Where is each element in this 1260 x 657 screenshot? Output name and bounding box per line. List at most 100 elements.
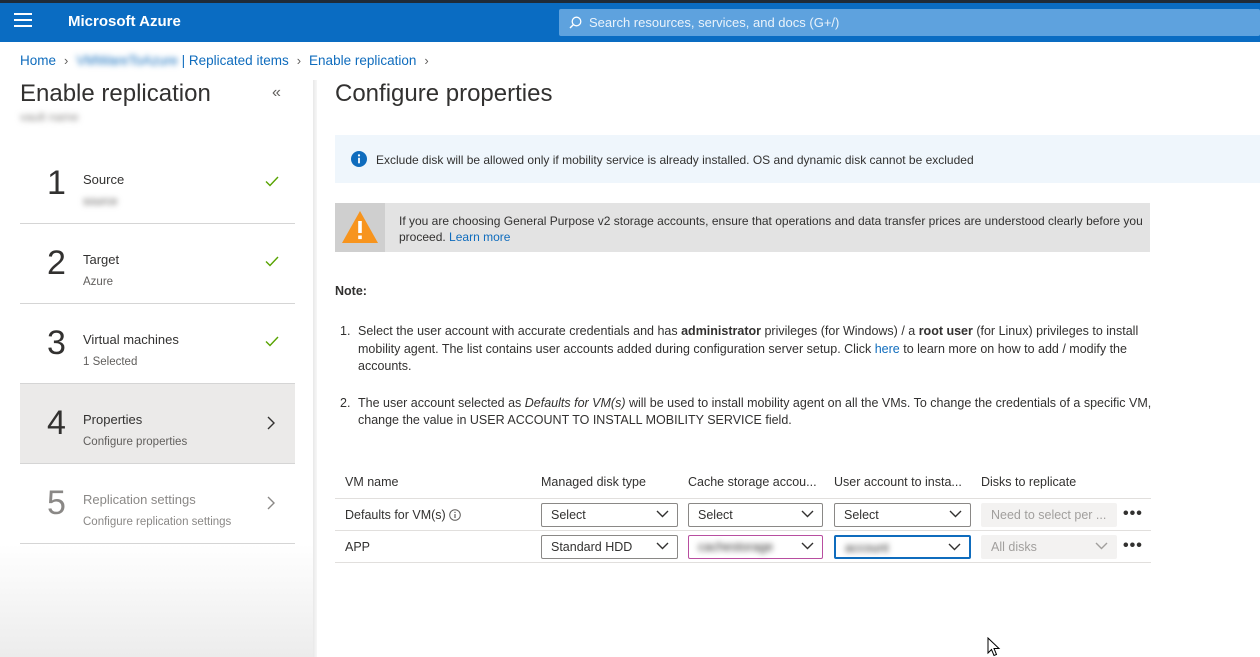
step-number: 5 bbox=[47, 484, 66, 522]
step-subtitle: Configure replication settings bbox=[83, 516, 232, 528]
top-bar: Microsoft Azure bbox=[0, 0, 1260, 42]
note-list: 1. Select the user account with accurate… bbox=[340, 323, 1155, 449]
chevron-right-icon bbox=[267, 496, 275, 510]
dropdown-value: Select bbox=[698, 508, 733, 522]
panel-divider bbox=[313, 80, 317, 657]
dropdown-value: Need to select per ... bbox=[991, 508, 1107, 522]
dropdown-value: Select bbox=[551, 508, 586, 522]
info-icon bbox=[351, 151, 367, 167]
step-target[interactable]: 2 Target Azure bbox=[20, 224, 295, 304]
chevron-right-icon bbox=[267, 416, 275, 430]
disks-to-replicate-dropdown: Need to select per ... bbox=[981, 503, 1117, 527]
wizard-title: Enable replication bbox=[20, 80, 211, 107]
collapse-icon[interactable]: « bbox=[272, 84, 281, 102]
note-bold: administrator bbox=[681, 324, 761, 338]
warning-text: If you are choosing General Purpose v2 s… bbox=[399, 213, 1144, 245]
global-search[interactable] bbox=[559, 9, 1260, 36]
chevron-down-icon bbox=[801, 542, 814, 550]
vm-name-cell: Defaults for VM(s) bbox=[345, 508, 462, 522]
chevron-right-icon: › bbox=[296, 53, 302, 68]
disks-to-replicate-dropdown: All disks bbox=[981, 535, 1117, 559]
chevron-down-icon bbox=[1095, 542, 1108, 550]
managed-disk-type-dropdown[interactable]: Standard HDD bbox=[541, 535, 678, 559]
chevron-down-icon bbox=[948, 543, 961, 551]
info-circle-icon[interactable] bbox=[449, 509, 462, 521]
here-link[interactable]: here bbox=[875, 342, 900, 356]
step-replication-settings[interactable]: 5 Replication settings Configure replica… bbox=[20, 464, 295, 544]
step-title: Replication settings bbox=[83, 492, 196, 507]
breadcrumb-enable-replication[interactable]: Enable replication bbox=[309, 53, 416, 68]
header-disks-to-replicate: Disks to replicate bbox=[981, 475, 1077, 489]
note-number: 1. bbox=[340, 324, 351, 338]
warning-banner: If you are choosing General Purpose v2 s… bbox=[335, 203, 1150, 252]
step-subtitle: source bbox=[83, 196, 118, 208]
mouse-cursor-icon bbox=[987, 637, 1001, 657]
user-account-dropdown[interactable]: Select bbox=[834, 503, 971, 527]
grid-header: VM name Managed disk type Cache storage … bbox=[335, 467, 1151, 499]
managed-disk-type-dropdown[interactable]: Select bbox=[541, 503, 678, 527]
header-cache-storage: Cache storage accou... bbox=[688, 475, 817, 489]
info-banner: Exclude disk will be allowed only if mob… bbox=[335, 135, 1260, 183]
step-source[interactable]: 1 Source source bbox=[20, 144, 295, 224]
warning-icon-box bbox=[335, 203, 385, 252]
step-virtual-machines[interactable]: 3 Virtual machines 1 Selected bbox=[20, 304, 295, 384]
search-input[interactable] bbox=[589, 9, 1229, 36]
menu-icon[interactable] bbox=[14, 13, 32, 29]
note-heading: Note: bbox=[335, 284, 367, 298]
vm-name: APP bbox=[345, 540, 371, 554]
learn-more-link[interactable]: Learn more bbox=[449, 230, 510, 244]
step-subtitle: Configure properties bbox=[83, 436, 188, 448]
note-text: privileges (for Windows) / a bbox=[761, 324, 919, 338]
vm-name: Defaults for VM(s) bbox=[345, 508, 446, 522]
step-subtitle: Azure bbox=[83, 276, 114, 288]
table-row: APP Standard HDD cachestorage account Al… bbox=[335, 531, 1151, 563]
table-row: Defaults for VM(s) Select Select Select … bbox=[335, 499, 1151, 531]
note-number: 2. bbox=[340, 395, 351, 410]
header-managed-disk-type: Managed disk type bbox=[541, 475, 646, 489]
dropdown-value: Select bbox=[844, 508, 879, 522]
header-user-account: User account to insta... bbox=[834, 475, 962, 489]
breadcrumb: Home › VMWareToAzure | Replicated items … bbox=[20, 53, 437, 68]
more-options-icon[interactable]: ••• bbox=[1123, 537, 1143, 555]
dropdown-value: All disks bbox=[991, 540, 1037, 554]
chevron-down-icon bbox=[949, 510, 962, 518]
info-text: Exclude disk will be allowed only if mob… bbox=[376, 153, 974, 167]
warning-icon bbox=[342, 211, 378, 243]
note-text: The user account selected as bbox=[358, 395, 525, 410]
breadcrumb-replicated-items[interactable]: VMWareToAzure | Replicated items bbox=[76, 53, 288, 68]
breadcrumb-replicated-items-label: | Replicated items bbox=[177, 53, 289, 68]
left-panel-fade bbox=[0, 544, 315, 657]
search-icon bbox=[569, 16, 582, 29]
chevron-down-icon bbox=[801, 510, 814, 518]
step-number: 3 bbox=[47, 324, 66, 362]
step-number: 4 bbox=[47, 404, 66, 442]
breadcrumb-home[interactable]: Home bbox=[20, 53, 56, 68]
vm-properties-grid: VM name Managed disk type Cache storage … bbox=[335, 467, 1151, 563]
header-vm-name: VM name bbox=[345, 475, 399, 489]
note-italic: Defaults for VM(s) bbox=[524, 395, 626, 410]
chevron-right-icon: › bbox=[424, 53, 429, 68]
step-subtitle: 1 Selected bbox=[83, 356, 138, 368]
more-options-icon[interactable]: ••• bbox=[1123, 505, 1143, 523]
step-title: Source bbox=[83, 172, 125, 187]
page-title: Configure properties bbox=[335, 80, 553, 107]
warning-message: If you are choosing General Purpose v2 s… bbox=[399, 214, 1143, 244]
step-title: Virtual machines bbox=[83, 332, 179, 347]
step-number: 1 bbox=[47, 164, 66, 202]
chevron-down-icon bbox=[656, 510, 669, 518]
checkmark-icon bbox=[265, 336, 279, 347]
wizard-steps: 1 Source source 2 Target Azure 3 Virtual… bbox=[20, 144, 295, 544]
note-item-2: 2. The user account selected as Defaults… bbox=[340, 395, 1155, 430]
step-properties[interactable]: 4 Properties Configure properties bbox=[20, 384, 295, 464]
step-title: Properties bbox=[83, 412, 143, 427]
brand-title[interactable]: Microsoft Azure bbox=[68, 13, 181, 30]
cache-storage-dropdown[interactable]: Select bbox=[688, 503, 823, 527]
step-number: 2 bbox=[47, 244, 66, 282]
user-account-dropdown[interactable]: account bbox=[834, 535, 971, 559]
dropdown-value: cachestorage bbox=[698, 540, 774, 554]
checkmark-icon bbox=[265, 256, 279, 267]
chevron-down-icon bbox=[656, 542, 669, 550]
checkmark-icon bbox=[265, 176, 279, 187]
step-title: Target bbox=[83, 252, 120, 267]
cache-storage-dropdown[interactable]: cachestorage bbox=[688, 535, 823, 559]
